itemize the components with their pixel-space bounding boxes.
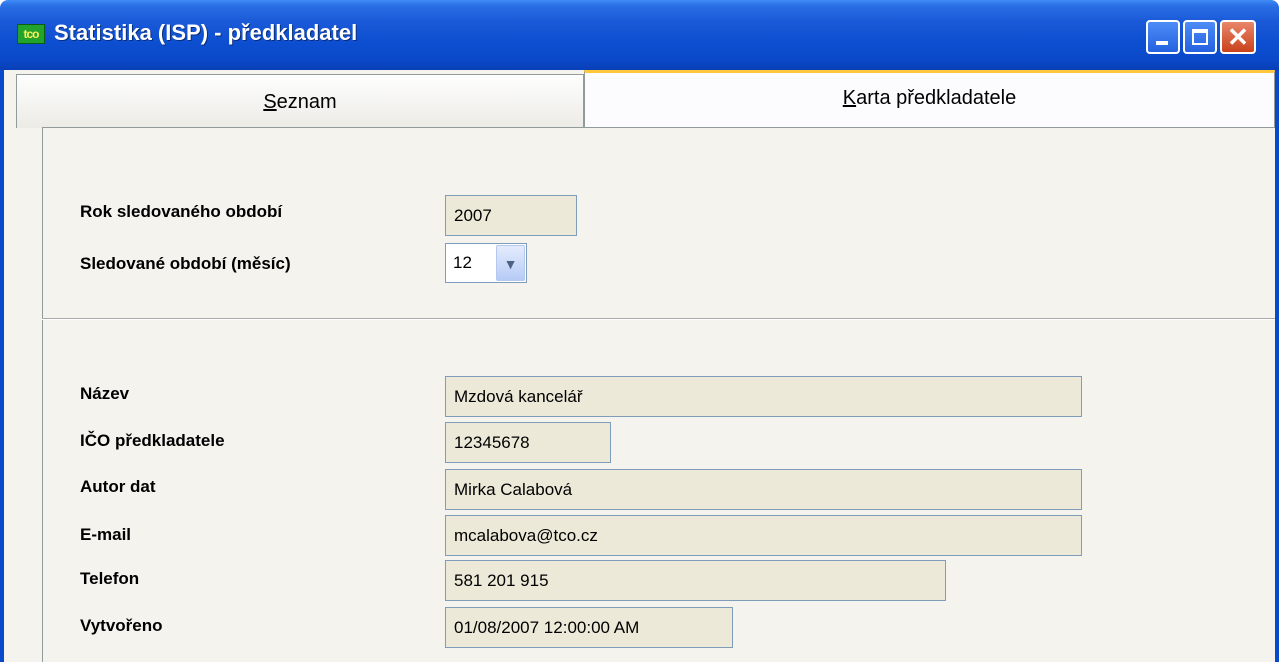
- close-icon: ✕: [1227, 22, 1249, 52]
- month-select-value: 12: [453, 253, 472, 272]
- window-frame: Seznam Karta předkladatele Rok sledované…: [0, 70, 1279, 662]
- created-field[interactable]: 01/08/2007 12:00:00 AM: [445, 607, 733, 648]
- month-label: Sledované období (měsíc): [80, 254, 291, 273]
- close-button[interactable]: ✕: [1220, 20, 1256, 54]
- author-label: Autor dat: [80, 477, 156, 496]
- app-icon: tco: [17, 24, 45, 44]
- created-label: Vytvořeno: [80, 616, 163, 635]
- name-label: Název: [80, 384, 130, 403]
- tab-label: eznam: [276, 91, 337, 113]
- tab-karta-predkladatele[interactable]: Karta předkladatele: [584, 70, 1275, 130]
- tab-seznam[interactable]: Seznam: [16, 74, 584, 128]
- minimize-icon: [1156, 41, 1168, 45]
- dropdown-button[interactable]: ▼: [496, 245, 525, 281]
- tab-mnemonic: K: [842, 87, 857, 109]
- phone-label: Telefon: [80, 569, 140, 588]
- email-label: E-mail: [80, 525, 132, 544]
- phone-field[interactable]: 581 201 915: [445, 560, 946, 601]
- tab-strip: Seznam Karta předkladatele: [4, 70, 1275, 130]
- title-bar[interactable]: tco Statistika (ISP) - předkladatel ✕: [0, 0, 1279, 70]
- chevron-down-icon: ▼: [503, 256, 518, 272]
- name-field[interactable]: Mzdová kancelář: [445, 376, 1082, 417]
- minimize-button[interactable]: [1146, 20, 1180, 54]
- author-field[interactable]: Mirka Calabová: [445, 469, 1082, 510]
- tab-label: arta předkladatele: [856, 87, 1017, 109]
- ico-label: IČO předkladatele: [80, 431, 225, 450]
- section-divider-highlight: [42, 319, 1275, 320]
- maximize-button[interactable]: [1183, 20, 1217, 54]
- ico-field[interactable]: 12345678: [445, 422, 611, 463]
- maximize-icon: [1192, 29, 1208, 45]
- window-title: Statistika (ISP) - předkladatel: [54, 20, 358, 45]
- month-select[interactable]: 12 ▼: [445, 243, 527, 283]
- client-area: Seznam Karta předkladatele Rok sledované…: [4, 70, 1275, 662]
- year-field[interactable]: 2007: [445, 195, 577, 236]
- email-field[interactable]: mcalabova@tco.cz: [445, 515, 1082, 556]
- year-label: Rok sledovaného období: [80, 202, 283, 221]
- tab-mnemonic: S: [263, 91, 277, 113]
